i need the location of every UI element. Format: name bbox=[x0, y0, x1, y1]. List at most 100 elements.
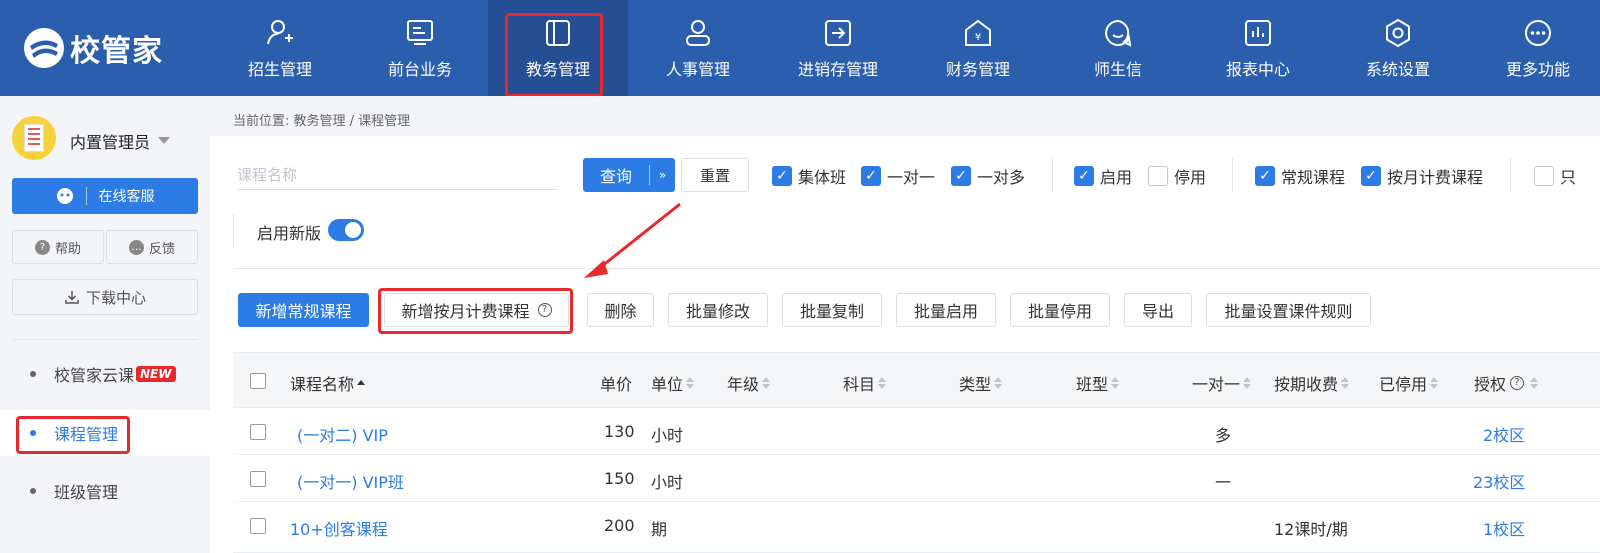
course-name-link[interactable]: (一对一) VIP班 bbox=[297, 469, 404, 493]
filter-one-to-many-checkbox[interactable]: ✓ 一对多 bbox=[951, 164, 1025, 188]
table-row: 10+创客课程 200 期 12课时/期 1校区 bbox=[233, 502, 1600, 553]
chevron-double-down-icon[interactable]: » bbox=[650, 168, 675, 182]
nav-inventory[interactable]: 进销存管理 bbox=[768, 0, 908, 96]
avatar-image bbox=[24, 124, 44, 152]
nav-frontdesk[interactable]: 前台业务 bbox=[350, 0, 490, 96]
query-button[interactable]: 查询 » bbox=[583, 158, 675, 192]
sidebar-item-cloud-course[interactable]: 校管家云课 NEW bbox=[0, 351, 210, 397]
highlight-box-nav bbox=[505, 13, 603, 97]
course-name-link[interactable]: 10+创客课程 bbox=[290, 516, 388, 540]
avatar[interactable] bbox=[12, 116, 56, 160]
nav-more[interactable]: 更多功能 bbox=[1468, 0, 1600, 96]
reset-button[interactable]: 重置 bbox=[681, 158, 749, 192]
column-header-course-name[interactable]: 课程名称 bbox=[290, 371, 366, 395]
sort-icon[interactable] bbox=[1243, 377, 1252, 389]
filter-one-on-one-checkbox[interactable]: ✓ 一对一 bbox=[861, 164, 935, 188]
nav-hr[interactable]: 人事管理 bbox=[628, 0, 768, 96]
header-label: 授权 bbox=[1474, 375, 1507, 394]
column-header-class-type[interactable]: 班型 bbox=[1076, 371, 1120, 395]
authorization-link[interactable]: 23校区 bbox=[1473, 469, 1525, 493]
row-checkbox[interactable] bbox=[250, 471, 266, 487]
filter-monthly-course-checkbox[interactable]: ✓ 按月计费课程 bbox=[1361, 164, 1483, 188]
checkbox-checked-icon: ✓ bbox=[951, 166, 971, 186]
column-header-period-fee[interactable]: 按期收费 bbox=[1274, 371, 1350, 395]
filter-only-checkbox[interactable]: 只 bbox=[1534, 164, 1576, 188]
nav-label: 系统设置 bbox=[1365, 60, 1430, 79]
course-name-search-input[interactable] bbox=[237, 160, 557, 190]
sort-icon[interactable] bbox=[1111, 377, 1120, 389]
chat-bubble-icon bbox=[1105, 19, 1132, 47]
highlight-box-menu bbox=[16, 416, 130, 454]
new-badge: NEW bbox=[136, 366, 176, 382]
new-version-toggle[interactable] bbox=[328, 219, 364, 241]
filter-group-class-checkbox[interactable]: ✓ 集体班 bbox=[772, 164, 846, 188]
header-label: 年级 bbox=[727, 375, 760, 394]
sort-icon[interactable] bbox=[762, 377, 771, 389]
sort-icon[interactable] bbox=[994, 377, 1003, 389]
table-row: (一对一) VIP班 150 小时 一 23校区 bbox=[233, 455, 1600, 502]
username[interactable]: 内置管理员 bbox=[70, 129, 150, 153]
gear-icon bbox=[1386, 18, 1410, 48]
nav-reports[interactable]: 报表中心 bbox=[1188, 0, 1328, 96]
row-checkbox[interactable] bbox=[250, 424, 266, 440]
nav-messages[interactable]: 师生信 bbox=[1048, 0, 1188, 96]
filter-regular-course-checkbox[interactable]: ✓ 常规课程 bbox=[1255, 164, 1345, 188]
header-label: 一对一 bbox=[1192, 375, 1241, 394]
checkbox-unchecked-icon bbox=[1534, 166, 1554, 186]
sort-icon[interactable] bbox=[357, 379, 366, 387]
batch-courseware-rules-button[interactable]: 批量设置课件规则 bbox=[1206, 293, 1371, 327]
help-icon[interactable]: ? bbox=[1510, 376, 1525, 390]
column-header-type[interactable]: 类型 bbox=[959, 371, 1003, 395]
sort-icon[interactable] bbox=[1430, 377, 1439, 389]
column-header-one-on-one[interactable]: 一对一 bbox=[1192, 371, 1252, 395]
nav-enrollment[interactable]: 招生管理 bbox=[210, 0, 350, 96]
app-logo[interactable]: 校管家 bbox=[22, 26, 163, 70]
checkbox-unchecked-icon bbox=[1148, 166, 1168, 186]
row-checkbox[interactable] bbox=[250, 518, 266, 534]
chevron-down-icon[interactable] bbox=[158, 137, 170, 144]
authorization-link[interactable]: 1校区 bbox=[1483, 516, 1525, 540]
filter-disabled-checkbox[interactable]: 停用 bbox=[1148, 164, 1206, 188]
arrow-in-box-icon bbox=[825, 20, 851, 46]
select-all-checkbox[interactable] bbox=[250, 373, 266, 389]
course-name-link[interactable]: (一对二) VIP bbox=[297, 422, 388, 446]
download-icon bbox=[65, 291, 79, 304]
sort-icon[interactable] bbox=[1530, 377, 1539, 389]
nav-finance[interactable]: ¥ 财务管理 bbox=[908, 0, 1048, 96]
help-button[interactable]: ? 帮助 bbox=[12, 230, 104, 264]
user-plus-icon bbox=[267, 20, 293, 45]
online-service-label: 在线客服 bbox=[98, 189, 155, 205]
nav-label: 进销存管理 bbox=[797, 60, 878, 79]
authorization-link[interactable]: 2校区 bbox=[1483, 422, 1525, 446]
filter-enabled-checkbox[interactable]: ✓ 启用 bbox=[1074, 164, 1132, 188]
batch-copy-button[interactable]: 批量复制 bbox=[782, 293, 882, 327]
download-center-button[interactable]: 下载中心 bbox=[12, 279, 198, 315]
sidebar: 内置管理员 在线客服 ? 帮助 … 反馈 下载中心 校管家云课 NEW 课程管理… bbox=[0, 96, 210, 553]
divider bbox=[233, 268, 1600, 269]
sidebar-item-class-management[interactable]: 班级管理 bbox=[0, 468, 210, 514]
batch-edit-button[interactable]: 批量修改 bbox=[668, 293, 768, 327]
add-regular-course-button[interactable]: 新增常规课程 bbox=[238, 293, 369, 327]
column-header-unit[interactable]: 单位 bbox=[651, 371, 695, 395]
yen-house-icon: ¥ bbox=[965, 19, 991, 46]
svg-text:¥: ¥ bbox=[975, 32, 981, 43]
online-service-button[interactable]: 在线客服 bbox=[12, 178, 198, 214]
sort-icon[interactable] bbox=[1341, 377, 1350, 389]
sort-icon[interactable] bbox=[686, 377, 695, 389]
column-header-disabled[interactable]: 已停用 bbox=[1379, 371, 1439, 395]
column-header-grade[interactable]: 年级 bbox=[727, 371, 771, 395]
feedback-label: 反馈 bbox=[148, 241, 175, 257]
divider bbox=[1232, 158, 1233, 192]
export-button[interactable]: 导出 bbox=[1124, 293, 1192, 327]
column-header-authorization[interactable]: 授权? bbox=[1474, 371, 1539, 395]
sort-icon[interactable] bbox=[878, 377, 887, 389]
batch-enable-button[interactable]: 批量启用 bbox=[896, 293, 996, 327]
more-icon bbox=[1525, 20, 1551, 46]
monitor-icon bbox=[407, 20, 433, 45]
header-label: 单价 bbox=[600, 375, 633, 394]
feedback-button[interactable]: … 反馈 bbox=[106, 230, 198, 264]
batch-disable-button[interactable]: 批量停用 bbox=[1010, 293, 1110, 327]
column-header-subject[interactable]: 科目 bbox=[843, 371, 887, 395]
delete-button[interactable]: 删除 bbox=[587, 293, 654, 327]
nav-settings[interactable]: 系统设置 bbox=[1328, 0, 1468, 96]
